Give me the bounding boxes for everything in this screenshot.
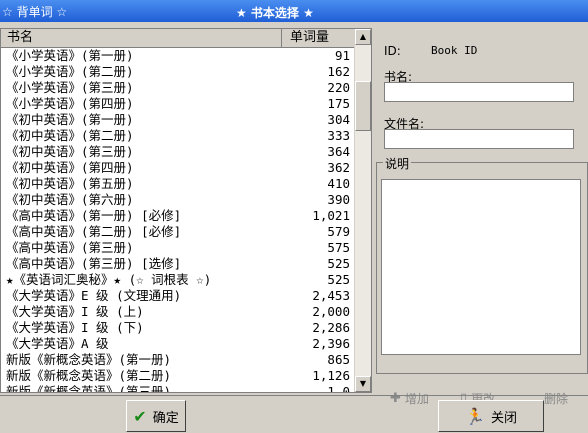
word-count: 575 bbox=[327, 240, 350, 255]
id-value: Book ID bbox=[431, 44, 478, 57]
app-title: ☆ 背单词 ☆ bbox=[2, 5, 68, 19]
book-title: 《高中英语》(第一册) [必修] bbox=[6, 208, 182, 223]
book-row[interactable]: 新版《新概念英语》(第一册) 865 bbox=[1, 352, 356, 368]
checkmark-icon: ✔ bbox=[133, 406, 147, 426]
book-list[interactable]: 书名 单词量 《小学英语》(第一册) 91 《小学英语》(第二册) 162 《小学英语》… bbox=[0, 28, 372, 393]
description-field[interactable] bbox=[381, 179, 581, 355]
file-name-field[interactable] bbox=[384, 129, 574, 149]
word-count: 364 bbox=[327, 144, 350, 159]
book-title: 《小学英语》(第三册) bbox=[6, 80, 134, 95]
word-count: 91 bbox=[334, 48, 350, 63]
book-title: 《初中英语》(第三册) bbox=[6, 144, 134, 159]
book-row[interactable]: 《初中英语》(第五册) 410 bbox=[1, 176, 356, 192]
book-title: 新版《新概念英语》(第一册) bbox=[6, 352, 172, 367]
book-row[interactable]: 《大学英语》A 级 2,396 bbox=[1, 336, 356, 352]
title-bar: ☆ 背单词 ☆ ★ 书本选择 ★ bbox=[0, 0, 588, 22]
word-count: 304 bbox=[327, 112, 350, 127]
book-title: 《大学英语》E 级 (文理通用) bbox=[6, 288, 182, 303]
book-row[interactable]: 《初中英语》(第三册) 364 bbox=[1, 144, 356, 160]
book-row[interactable]: 《初中英语》(第四册) 362 bbox=[1, 160, 356, 176]
book-title: 《大学英语》I 级 (上) bbox=[6, 304, 144, 319]
book-title: 《初中英语》(第四册) bbox=[6, 160, 134, 175]
delete-button[interactable]: 删除 bbox=[544, 390, 568, 407]
book-title: 《小学英语》(第四册) bbox=[6, 96, 134, 111]
add-label: 增加 bbox=[404, 392, 429, 406]
description-group: 说明 bbox=[376, 155, 588, 374]
book-row[interactable]: 《大学英语》I 级 (下) 2,286 bbox=[1, 320, 356, 336]
book-title: 《高中英语》(第三册) bbox=[6, 240, 134, 255]
word-count: 865 bbox=[327, 352, 350, 367]
book-row[interactable]: 《大学英语》E 级 (文理通用) 2,453 bbox=[1, 288, 356, 304]
book-row[interactable]: 《初中英语》(第六册) 390 bbox=[1, 192, 356, 208]
book-row[interactable]: 《小学英语》(第二册) 162 bbox=[1, 64, 356, 80]
book-title: 《高中英语》(第二册) [必修] bbox=[6, 224, 182, 239]
word-count: 333 bbox=[327, 128, 350, 143]
word-count: 2,396 bbox=[312, 336, 350, 351]
add-icon: ✚ bbox=[390, 391, 401, 406]
book-title: 《初中英语》(第五册) bbox=[6, 176, 134, 191]
ok-label: 确定 bbox=[152, 410, 179, 426]
word-count: 2,000 bbox=[312, 304, 350, 319]
book-title: 新版《新概念英语》(第三册) bbox=[6, 384, 172, 393]
book-row[interactable]: 新版《新概念英语》(第二册) 1,126 bbox=[1, 368, 356, 384]
book-row[interactable]: 《初中英语》(第二册) 333 bbox=[1, 128, 356, 144]
word-count: 1,021 bbox=[312, 208, 350, 223]
word-count: 390 bbox=[327, 192, 350, 207]
book-title: 《大学英语》A 级 bbox=[6, 336, 109, 351]
close-button[interactable]: 🏃 关闭 bbox=[438, 400, 544, 432]
book-row[interactable]: ★《英语词汇奥秘》★ (☆ 词根表 ☆) 525 bbox=[1, 272, 356, 288]
book-row[interactable]: 《小学英语》(第三册) 220 bbox=[1, 80, 356, 96]
book-row[interactable]: 《高中英语》(第三册) [选修] 525 bbox=[1, 256, 356, 272]
word-count: 175 bbox=[327, 96, 350, 111]
word-count: 2,453 bbox=[312, 288, 350, 303]
book-name-field[interactable] bbox=[384, 82, 574, 102]
word-count: 362 bbox=[327, 160, 350, 175]
book-title: ★《英语词汇奥秘》★ (☆ 词根表 ☆) bbox=[6, 272, 212, 287]
book-row[interactable]: 新版《新概念英语》(第三册) 1,0 bbox=[1, 384, 356, 393]
word-count: 220 bbox=[327, 80, 350, 95]
book-title: 《高中英语》(第三册) [选修] bbox=[6, 256, 182, 271]
book-row[interactable]: 《初中英语》(第一册) 304 bbox=[1, 112, 356, 128]
book-title: 新版《新概念英语》(第二册) bbox=[6, 368, 172, 383]
word-count: 410 bbox=[327, 176, 350, 191]
column-header-count[interactable]: 单词量 bbox=[282, 29, 356, 47]
book-row[interactable]: 《高中英语》(第三册) 575 bbox=[1, 240, 356, 256]
word-count: 2,286 bbox=[312, 320, 350, 335]
book-title: 《初中英语》(第二册) bbox=[6, 128, 134, 143]
id-label: ID: bbox=[384, 44, 401, 58]
book-title: 《大学英语》I 级 (下) bbox=[6, 320, 144, 335]
add-button[interactable]: ✚ 增加 bbox=[390, 390, 429, 407]
book-title: 《初中英语》(第六册) bbox=[6, 192, 134, 207]
description-label: 说明 bbox=[383, 155, 412, 172]
close-label: 关闭 bbox=[490, 410, 517, 426]
book-row[interactable]: 《小学英语》(第一册) 91 bbox=[1, 48, 356, 64]
book-row[interactable]: 《高中英语》(第二册) [必修] 579 bbox=[1, 224, 356, 240]
footer-separator bbox=[0, 395, 588, 396]
book-row[interactable]: 《小学英语》(第四册) 175 bbox=[1, 96, 356, 112]
scroll-up-icon[interactable]: ▲ bbox=[355, 29, 371, 45]
book-title: 《小学英语》(第二册) bbox=[6, 64, 134, 79]
book-title: 《初中英语》(第一册) bbox=[6, 112, 134, 127]
word-count: 1,126 bbox=[312, 368, 350, 383]
book-row[interactable]: 《高中英语》(第一册) [必修] 1,021 bbox=[1, 208, 356, 224]
scroll-down-icon[interactable]: ▼ bbox=[355, 376, 371, 392]
column-header-title[interactable]: 书名 bbox=[1, 29, 282, 47]
book-title: 《小学英语》(第一册) bbox=[6, 48, 134, 63]
dialog-title: ★ 书本选择 ★ bbox=[236, 6, 314, 20]
book-rows: 《小学英语》(第一册) 91 《小学英语》(第二册) 162 《小学英语》(第三册) 22… bbox=[1, 48, 356, 393]
ok-button[interactable]: ✔ 确定 bbox=[126, 400, 186, 432]
book-row[interactable]: 《大学英语》I 级 (上) 2,000 bbox=[1, 304, 356, 320]
word-count: 162 bbox=[327, 64, 350, 79]
vertical-scrollbar[interactable]: ▲ ▼ bbox=[354, 29, 371, 392]
word-count: 525 bbox=[327, 272, 350, 287]
running-man-icon: 🏃 bbox=[465, 406, 485, 426]
word-count: 579 bbox=[327, 224, 350, 239]
delete-label: 删除 bbox=[544, 392, 569, 406]
scroll-thumb[interactable] bbox=[355, 81, 371, 131]
word-count: 525 bbox=[327, 256, 350, 271]
list-header: 书名 单词量 bbox=[1, 29, 356, 48]
word-count: 1,0 bbox=[327, 384, 350, 393]
